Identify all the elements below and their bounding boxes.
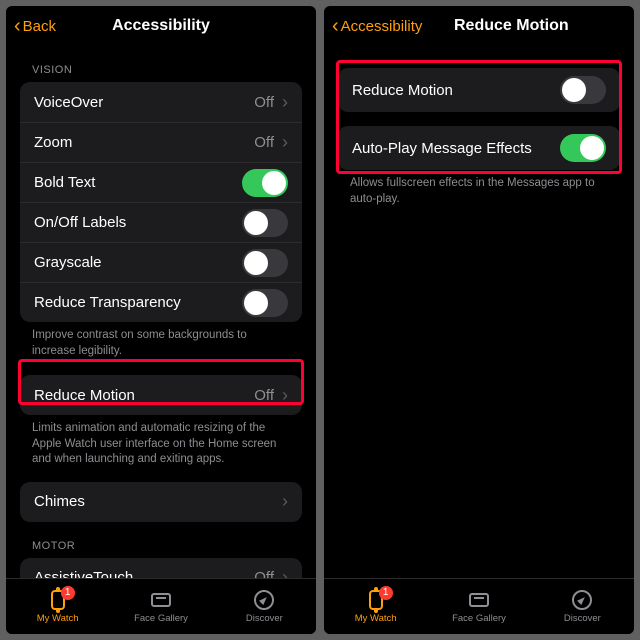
tab-label: Face Gallery — [134, 613, 188, 624]
face-gallery-icon — [150, 589, 172, 611]
chevron-left-icon: ‹ — [332, 16, 339, 36]
content: Reduce Motion Auto-Play Message Effects … — [324, 46, 634, 578]
toggle-onoff-labels[interactable] — [242, 209, 288, 237]
vision-group: VoiceOver Off › Zoom Off › Bold Text On/… — [20, 82, 302, 322]
tab-discover[interactable]: Discover — [213, 579, 316, 634]
badge: 1 — [61, 586, 75, 600]
navbar: ‹ Accessibility Reduce Motion — [324, 6, 634, 46]
row-chimes[interactable]: Chimes › — [20, 482, 302, 522]
row-label: Reduce Transparency — [34, 294, 242, 311]
row-label: Bold Text — [34, 174, 242, 191]
row-label: On/Off Labels — [34, 214, 242, 231]
footer-transparency: Improve contrast on some backgrounds to … — [20, 322, 302, 359]
row-label: Reduce Motion — [34, 387, 254, 404]
toggle-autoplay-effects[interactable] — [560, 134, 606, 162]
tab-face-gallery[interactable]: Face Gallery — [427, 579, 530, 634]
footer-autoplay: Allows fullscreen effects in the Message… — [338, 170, 620, 207]
tab-discover[interactable]: Discover — [531, 579, 634, 634]
row-label: Zoom — [34, 134, 254, 151]
watch-icon: 1 — [365, 589, 387, 611]
row-label: VoiceOver — [34, 94, 254, 111]
reduce-motion-group: Reduce Motion Off › — [20, 375, 302, 415]
toggle-reduce-transparency[interactable] — [242, 289, 288, 317]
chimes-group: Chimes › — [20, 482, 302, 522]
row-grayscale[interactable]: Grayscale — [20, 242, 302, 282]
chevron-right-icon: › — [278, 132, 288, 153]
row-bold-text[interactable]: Bold Text — [20, 162, 302, 202]
back-button[interactable]: ‹ Back — [14, 16, 56, 36]
autoplay-group: Auto-Play Message Effects — [338, 126, 620, 170]
tab-label: My Watch — [37, 613, 79, 624]
reduce-motion-toggle-group: Reduce Motion — [338, 68, 620, 112]
row-label: Auto-Play Message Effects — [352, 140, 560, 157]
reduce-motion-screen: ‹ Accessibility Reduce Motion Reduce Mot… — [324, 6, 634, 634]
compass-icon — [253, 589, 275, 611]
tab-my-watch[interactable]: 1 My Watch — [6, 579, 109, 634]
tab-label: Discover — [246, 613, 283, 624]
footer-reduce-motion: Limits animation and automatic resizing … — [20, 415, 302, 468]
tab-my-watch[interactable]: 1 My Watch — [324, 579, 427, 634]
row-label: AssistiveTouch — [34, 569, 254, 578]
back-label: Accessibility — [341, 18, 423, 35]
accessibility-screen: ‹ Back Accessibility VISION VoiceOver Of… — [6, 6, 316, 634]
row-label: Chimes — [34, 493, 278, 510]
face-gallery-icon — [468, 589, 490, 611]
row-reduce-transparency[interactable]: Reduce Transparency — [20, 282, 302, 322]
watch-icon: 1 — [47, 589, 69, 611]
row-assistivetouch[interactable]: AssistiveTouch Off › — [20, 558, 302, 578]
row-value: Off — [254, 94, 278, 111]
row-value: Off — [254, 387, 278, 404]
tab-face-gallery[interactable]: Face Gallery — [109, 579, 212, 634]
row-reduce-motion[interactable]: Reduce Motion Off › — [20, 375, 302, 415]
row-label: Reduce Motion — [352, 82, 560, 99]
toggle-reduce-motion[interactable] — [560, 76, 606, 104]
tab-label: My Watch — [355, 613, 397, 624]
row-autoplay-effects[interactable]: Auto-Play Message Effects — [338, 126, 620, 170]
section-header-vision: VISION — [20, 46, 302, 82]
compass-icon — [571, 589, 593, 611]
toggle-grayscale[interactable] — [242, 249, 288, 277]
back-button[interactable]: ‹ Accessibility — [332, 16, 422, 36]
row-value: Off — [254, 569, 278, 578]
chevron-right-icon: › — [278, 567, 288, 578]
row-reduce-motion-toggle[interactable]: Reduce Motion — [338, 68, 620, 112]
section-header-motor: MOTOR — [20, 522, 302, 558]
back-label: Back — [23, 18, 56, 35]
row-value: Off — [254, 134, 278, 151]
row-zoom[interactable]: Zoom Off › — [20, 122, 302, 162]
tabbar: 1 My Watch Face Gallery Discover — [6, 578, 316, 634]
content: VISION VoiceOver Off › Zoom Off › Bold T… — [6, 46, 316, 578]
row-onoff-labels[interactable]: On/Off Labels — [20, 202, 302, 242]
chevron-left-icon: ‹ — [14, 16, 21, 36]
tab-label: Discover — [564, 613, 601, 624]
chevron-right-icon: › — [278, 491, 288, 512]
navbar: ‹ Back Accessibility — [6, 6, 316, 46]
toggle-bold-text[interactable] — [242, 169, 288, 197]
tabbar: 1 My Watch Face Gallery Discover — [324, 578, 634, 634]
tab-label: Face Gallery — [452, 613, 506, 624]
badge: 1 — [379, 586, 393, 600]
chevron-right-icon: › — [278, 92, 288, 113]
motor-group: AssistiveTouch Off › Side Button Click S… — [20, 558, 302, 578]
row-voiceover[interactable]: VoiceOver Off › — [20, 82, 302, 122]
chevron-right-icon: › — [278, 385, 288, 406]
row-label: Grayscale — [34, 254, 242, 271]
